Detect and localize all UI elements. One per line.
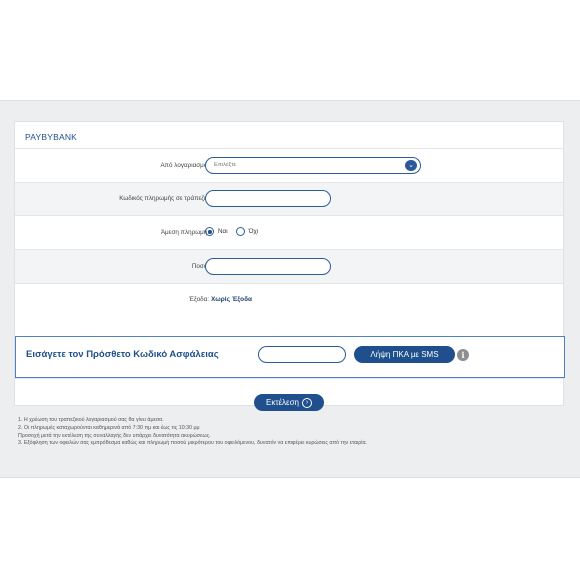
payment-code-input[interactable]	[205, 190, 331, 207]
expenses-value: Χωρίς Έξοδα	[211, 296, 253, 303]
security-code-input[interactable]	[258, 346, 346, 363]
instant-yes-radio[interactable]	[205, 227, 214, 236]
footnotes: 1. Η χρέωση του τραπεζικού λογαριασμού σ…	[18, 417, 367, 448]
divider	[15, 378, 563, 379]
instant-yes-label: Ναι	[218, 228, 228, 235]
payment-code-label: Κωδικός πληρωμής σε τράπεζα:	[119, 195, 209, 202]
from-account-select[interactable]: Επιλέξτε ⌄	[205, 157, 421, 174]
page-background: PAYBYBANK Από λογαριασμό: Επιλέξτε ⌄ Κωδ…	[0, 100, 580, 478]
execute-button[interactable]: Εκτέλεση ›	[254, 394, 324, 411]
expenses-label: Έξοδα:	[189, 296, 209, 303]
payment-code-row: Κωδικός πληρωμής σε τράπεζα:	[15, 183, 563, 215]
brand-title: PAYBYBANK	[25, 132, 78, 142]
from-account-label: Από λογαριασμό:	[160, 162, 209, 169]
footnote-1: 1. Η χρέωση του τραπεζικού λογαριασμού σ…	[18, 417, 164, 423]
footnote-2: 2. Οι πληρωμές καταχωρούνται καθημερινά …	[18, 424, 200, 431]
instant-payment-row: Άμεση πληρωμή: Ναι Όχι	[15, 216, 563, 249]
execute-button-label: Εκτέλεση	[265, 398, 299, 407]
footnote-4: 3. Εξόφληση των οφειλών σας εμπρόθεσμα κ…	[18, 440, 368, 447]
expenses-row: Έξοδα: Χωρίς Έξοδα	[15, 284, 563, 316]
security-code-box: Εισάγετε τον Πρόσθετο Κωδικό Ασφάλειας Λ…	[15, 336, 565, 378]
chevron-down-icon: ⌄	[405, 160, 417, 171]
instant-payment-label: Άμεση πληρωμή:	[160, 229, 209, 236]
amount-input[interactable]	[205, 258, 331, 275]
from-account-row: Από λογαριασμό: Επιλέξτε ⌄	[15, 149, 563, 182]
instant-payment-options: Ναι Όχι	[205, 227, 262, 236]
info-icon[interactable]: i	[457, 349, 469, 361]
instant-no-radio[interactable]	[235, 227, 245, 236]
from-account-placeholder: Επιλέξτε	[214, 162, 237, 168]
instant-no-label: Όχι	[248, 228, 259, 235]
arrow-right-icon: ›	[302, 397, 312, 408]
amount-row: Ποσό:	[15, 250, 563, 283]
sms-code-button[interactable]: Λήψη ΠΚΑ με SMS	[354, 346, 455, 363]
payment-form-panel: PAYBYBANK Από λογαριασμό: Επιλέξτε ⌄ Κωδ…	[14, 121, 565, 411]
security-code-title: Εισάγετε τον Πρόσθετο Κωδικό Ασφάλειας	[26, 349, 219, 360]
